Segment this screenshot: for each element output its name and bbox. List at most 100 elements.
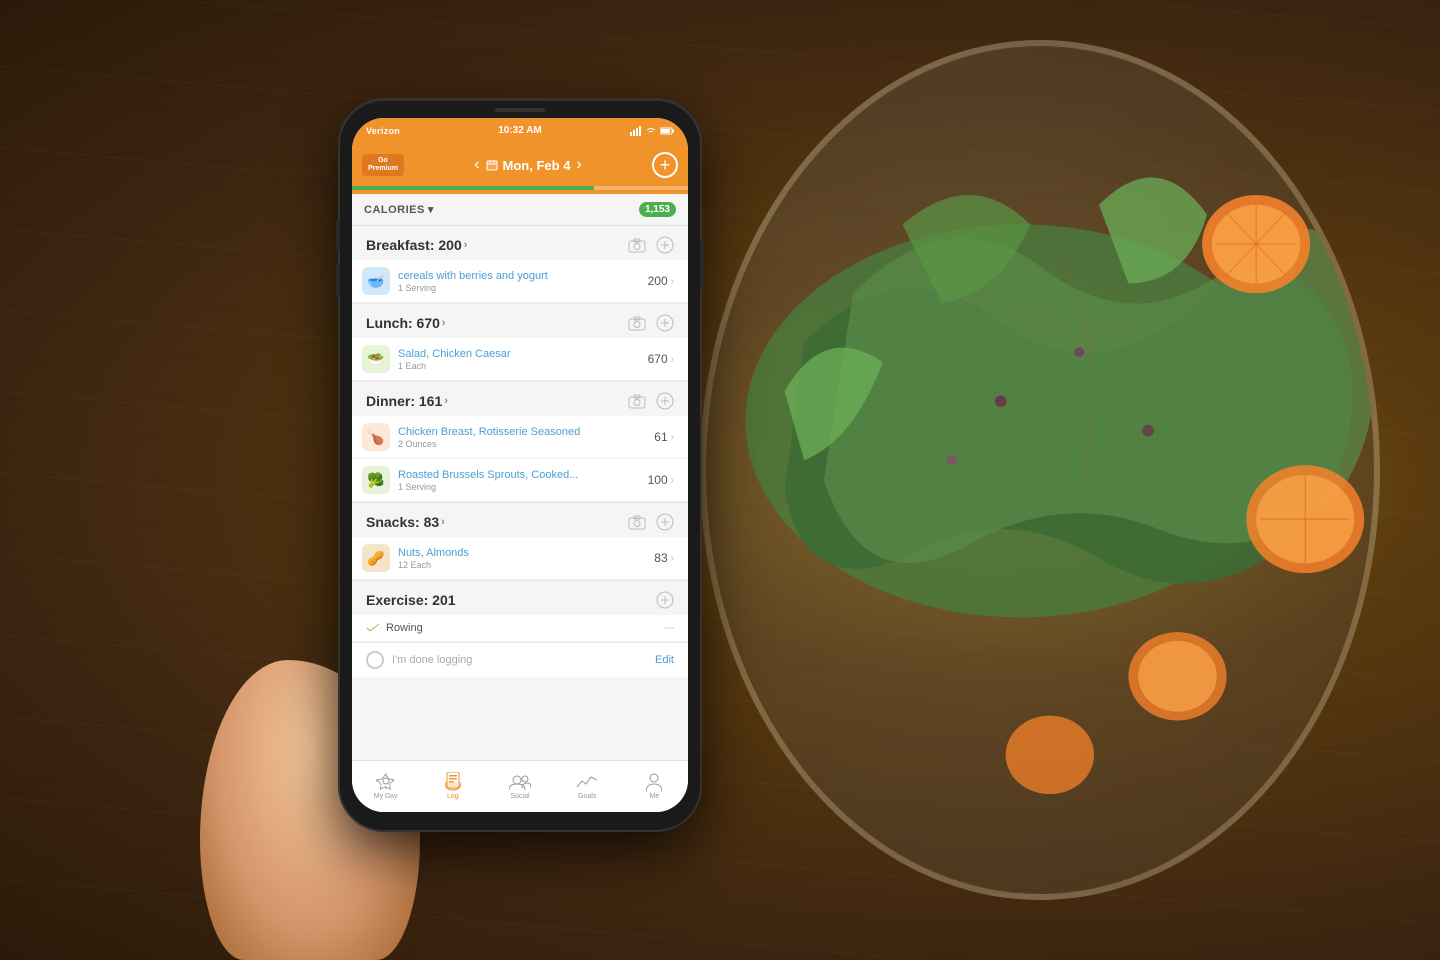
- breakfast-section-header: Breakfast: 200 ›: [352, 226, 688, 260]
- calendar-icon: [486, 159, 498, 171]
- snacks-item-0-chevron: ›: [671, 553, 674, 564]
- lunch-item-0-calories: 670 ›: [648, 352, 674, 366]
- dinner-item-0-chevron: ›: [671, 432, 674, 443]
- exercise-title[interactable]: Exercise: 201: [366, 592, 456, 608]
- done-logging-left: I'm done logging: [366, 651, 472, 669]
- dinner-item-1-serving: 1 Serving: [398, 482, 648, 492]
- done-logging-row[interactable]: I'm done logging Edit: [352, 642, 688, 677]
- prev-date-button[interactable]: ‹: [474, 156, 479, 174]
- breakfast-item-0-chevron: ›: [671, 276, 674, 287]
- breakfast-item-0-cal-value: 200: [648, 274, 668, 288]
- dinner-section-header: Dinner: 161 ›: [352, 382, 688, 416]
- calories-total-badge: 1,153: [639, 202, 676, 217]
- dinner-item-1-name: Roasted Brussels Sprouts, Cooked...: [398, 469, 648, 481]
- snacks-add-icon[interactable]: [656, 513, 674, 531]
- calories-header[interactable]: CALORIES ▾ 1,153: [352, 194, 688, 226]
- lunch-add-icon[interactable]: [656, 314, 674, 332]
- dinner-add-icon[interactable]: [656, 392, 674, 410]
- dinner-icons: [628, 392, 674, 410]
- my-day-icon: [375, 773, 397, 791]
- breakfast-item-0-serving: 1 Serving: [398, 283, 648, 293]
- dinner-item-1[interactable]: 🥦 Roasted Brussels Sprouts, Cooked... 1 …: [352, 459, 688, 502]
- exercise-item-rowing[interactable]: Rowing ---: [352, 615, 688, 642]
- me-label: Me: [650, 793, 660, 800]
- lunch-item-0-icon: 🥗: [362, 345, 390, 373]
- date-navigation: ‹ Mon, Feb 4 ›: [474, 156, 582, 174]
- snacks-item-0-name: Nuts, Almonds: [398, 547, 654, 559]
- goals-label: Goals: [578, 793, 596, 800]
- tab-social[interactable]: Social: [486, 761, 553, 812]
- nav-bar: Go Premium ‹ Mon, Feb 4 › +: [352, 144, 688, 186]
- next-date-button[interactable]: ›: [576, 156, 581, 174]
- lunch-item-0-details: Salad, Chicken Caesar 1 Each: [398, 348, 648, 371]
- lunch-item-0-chevron: ›: [671, 354, 674, 365]
- snacks-title[interactable]: Snacks: 83 ›: [366, 514, 445, 530]
- premium-button[interactable]: Go Premium: [362, 154, 404, 177]
- dinner-item-1-details: Roasted Brussels Sprouts, Cooked... 1 Se…: [398, 469, 648, 492]
- breakfast-title-text: Breakfast: 200: [366, 237, 462, 253]
- carrier-label: Verizon: [366, 126, 400, 136]
- salad-bowl: [700, 40, 1380, 900]
- tab-log[interactable]: Log: [419, 761, 486, 812]
- breakfast-item-0[interactable]: 🥣 cereals with berries and yogurt 1 Serv…: [352, 260, 688, 303]
- calories-label-container: CALORIES ▾: [364, 203, 434, 216]
- lunch-title-text: Lunch: 670: [366, 315, 440, 331]
- dinner-item-1-calories: 100 ›: [648, 473, 674, 487]
- lunch-item-0[interactable]: 🥗 Salad, Chicken Caesar 1 Each 670 ›: [352, 338, 688, 381]
- breakfast-camera-icon[interactable]: [628, 238, 646, 253]
- log-label: Log: [447, 793, 459, 800]
- progress-bar-fill: [352, 186, 594, 190]
- date-text: Mon, Feb 4: [503, 158, 571, 173]
- dinner-item-1-chevron: ›: [671, 475, 674, 486]
- phone: Verizon 10:32 AM: [340, 100, 700, 830]
- volume-up-button: [336, 220, 340, 250]
- exercise-section-header: Exercise: 201: [352, 581, 688, 615]
- social-label: Social: [510, 793, 529, 800]
- dinner-item-1-icon: 🥦: [362, 466, 390, 494]
- breakfast-item-0-calories: 200 ›: [648, 274, 674, 288]
- lunch-icons: [628, 314, 674, 332]
- dinner-item-0-name: Chicken Breast, Rotisserie Seasoned: [398, 426, 654, 438]
- breakfast-add-icon[interactable]: [656, 236, 674, 254]
- done-logging-edit[interactable]: Edit: [655, 654, 674, 666]
- current-date[interactable]: Mon, Feb 4: [486, 158, 571, 173]
- tab-me[interactable]: Me: [621, 761, 688, 812]
- dinner-camera-icon[interactable]: [628, 394, 646, 409]
- breakfast-item-0-details: cereals with berries and yogurt 1 Servin…: [398, 270, 648, 293]
- snacks-item-0[interactable]: 🥜 Nuts, Almonds 12 Each 83 ›: [352, 537, 688, 580]
- add-entry-button[interactable]: +: [652, 152, 678, 178]
- dinner-item-0-icon: 🍗: [362, 423, 390, 451]
- tab-my-day[interactable]: My Day: [352, 761, 419, 812]
- status-icons: [630, 126, 674, 136]
- goals-icon: [576, 773, 598, 791]
- exercise-add-icon[interactable]: [656, 591, 674, 609]
- dinner-title-text: Dinner: 161: [366, 393, 442, 409]
- lunch-section-header: Lunch: 670 ›: [352, 304, 688, 338]
- calories-text: CALORIES: [364, 204, 425, 216]
- check-icon: [366, 623, 380, 633]
- lunch-camera-icon[interactable]: [628, 316, 646, 331]
- log-icon: [442, 773, 464, 791]
- breakfast-title[interactable]: Breakfast: 200 ›: [366, 237, 467, 253]
- volume-down-button: [336, 265, 340, 295]
- dinner-item-0-details: Chicken Breast, Rotisserie Seasoned 2 Ou…: [398, 426, 654, 449]
- snacks-section-header: Snacks: 83 ›: [352, 503, 688, 537]
- signal-icon: [630, 126, 642, 136]
- breakfast-chevron: ›: [464, 239, 468, 251]
- progress-bar-background: [352, 186, 688, 190]
- snacks-item-0-cal-value: 83: [654, 551, 667, 565]
- dinner-item-0[interactable]: 🍗 Chicken Breast, Rotisserie Seasoned 2 …: [352, 416, 688, 459]
- tab-goals[interactable]: Goals: [554, 761, 621, 812]
- snacks-camera-icon[interactable]: [628, 515, 646, 530]
- snacks-icons: [628, 513, 674, 531]
- dinner-item-0-calories: 61 ›: [654, 430, 674, 444]
- dinner-title[interactable]: Dinner: 161 ›: [366, 393, 448, 409]
- me-icon: [643, 773, 665, 791]
- lunch-title[interactable]: Lunch: 670 ›: [366, 315, 446, 331]
- my-day-label: My Day: [374, 793, 398, 800]
- food-log-content: Breakfast: 200 ›: [352, 226, 688, 677]
- battery-icon: [660, 127, 674, 135]
- lunch-item-0-serving: 1 Each: [398, 361, 648, 371]
- calories-chevron: ▾: [428, 203, 434, 216]
- status-bar: Verizon 10:32 AM: [352, 118, 688, 144]
